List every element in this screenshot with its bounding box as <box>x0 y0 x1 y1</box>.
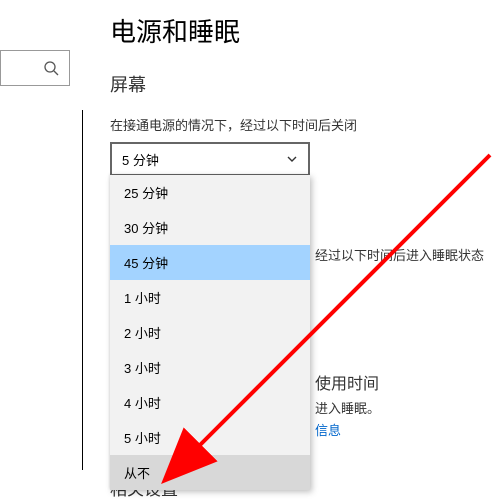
dropdown-item[interactable]: 25 分钟 <box>110 175 310 210</box>
dropdown-item[interactable]: 30 分钟 <box>110 210 310 245</box>
left-sidebar <box>0 0 85 502</box>
sidebar-divider <box>82 110 83 470</box>
usage-time-link[interactable]: 信息 <box>315 420 341 439</box>
dropdown-item[interactable]: 从不 <box>110 455 310 490</box>
screen-off-label: 在接通电源的情况下，经过以下时间后关闭 <box>110 115 498 134</box>
screen-off-value: 5 分钟 <box>122 150 159 169</box>
dropdown-item[interactable]: 1 小时 <box>110 280 310 315</box>
page-title: 电源和睡眠 <box>110 12 498 49</box>
dropdown-item[interactable]: 45 分钟 <box>110 245 310 280</box>
main-content: 电源和睡眠 屏幕 在接通电源的情况下，经过以下时间后关闭 5 分钟 <box>110 12 498 176</box>
search-icon <box>43 60 59 76</box>
dropdown-item[interactable]: 4 小时 <box>110 385 310 420</box>
screen-off-select[interactable]: 5 分钟 <box>110 142 310 176</box>
sleep-label-fragment: 经过以下时间后进入睡眠状态 <box>315 245 484 264</box>
dropdown-item[interactable]: 2 小时 <box>110 315 310 350</box>
usage-time-sub: 进入睡眠。 <box>315 398 380 417</box>
section-screen-title: 屏幕 <box>110 71 498 97</box>
dropdown-item[interactable]: 5 小时 <box>110 420 310 455</box>
screen-off-dropdown[interactable]: 25 分钟30 分钟45 分钟1 小时2 小时3 小时4 小时5 小时从不 <box>110 175 310 490</box>
usage-time-title: 使用时间 <box>315 370 379 394</box>
dropdown-item[interactable]: 3 小时 <box>110 350 310 385</box>
chevron-down-icon <box>286 153 298 165</box>
search-box[interactable] <box>0 50 70 86</box>
